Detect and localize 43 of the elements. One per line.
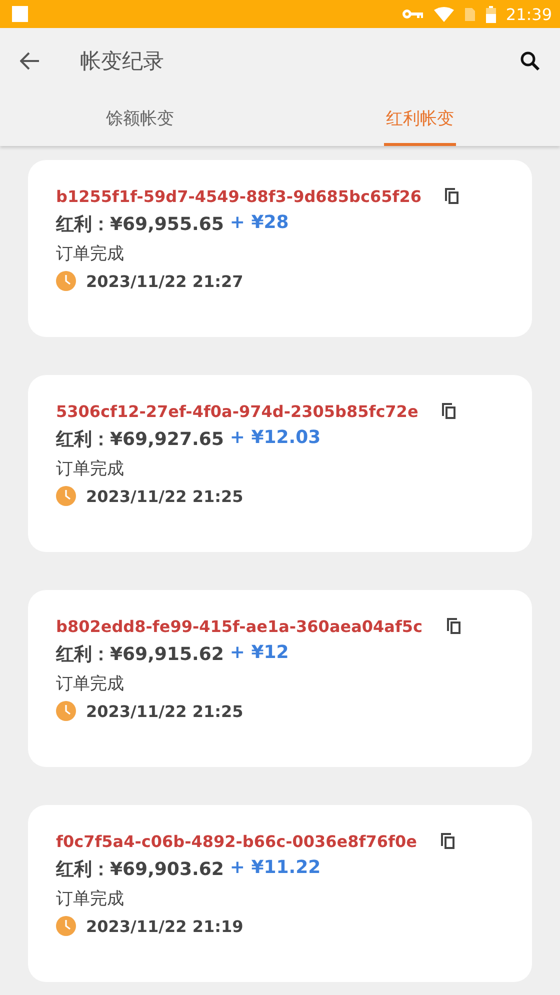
- copy-icon: [440, 833, 455, 849]
- tab[interactable]: 红利帐变: [384, 94, 456, 146]
- copy-button[interactable]: [438, 831, 457, 851]
- status-text: 订单完成: [56, 888, 125, 910]
- search-icon: [520, 51, 540, 71]
- clock-icon: [56, 271, 76, 291]
- copy-button[interactable]: [440, 401, 458, 421]
- order-id: 5306cf12-27ef-4f0a-974d-2305b85fc72e: [56, 402, 418, 420]
- timestamp: 2023/11/22 21:19: [86, 916, 244, 936]
- copy-icon: [445, 188, 460, 204]
- copy-button[interactable]: [444, 616, 463, 636]
- key-icon: [402, 8, 424, 20]
- order-id: f0c7f5a4-c06b-4892-b66c-0036e8f76f0e: [56, 832, 417, 850]
- balance-text: 红利：¥69,927.65: [56, 428, 224, 451]
- copy-button[interactable]: [443, 186, 462, 206]
- wifi-icon: [434, 6, 454, 22]
- change-amount: + ¥28: [230, 212, 289, 235]
- copy-icon: [442, 403, 456, 419]
- battery-icon: [486, 6, 496, 22]
- status-text: 订单完成: [56, 673, 125, 695]
- status-text: 订单完成: [56, 458, 125, 480]
- tab[interactable]: 馀额帐变: [104, 94, 176, 146]
- order-id: b802edd8-fe99-415f-ae1a-360aea04af5c: [56, 616, 423, 636]
- order-id: b1255f1f-59d7-4549-88f3-9d685bc65f26: [56, 186, 422, 206]
- timestamp: 2023/11/22 21:25: [86, 486, 244, 506]
- no-sim-icon: [464, 6, 476, 22]
- copy-icon: [446, 618, 461, 634]
- balance-text: 红利：¥69,955.65: [56, 213, 224, 236]
- status-text: 订单完成: [56, 243, 125, 265]
- balance-text: 红利：¥69,915.62: [56, 643, 224, 666]
- change-amount: + ¥12.03: [230, 427, 321, 450]
- timestamp: 2023/11/22 21:27: [86, 272, 244, 290]
- clock-icon: [56, 701, 76, 721]
- page-title: 帐变纪录: [80, 48, 164, 75]
- timestamp: 2023/11/22 21:25: [86, 702, 244, 720]
- back-arrow-icon: [20, 52, 40, 70]
- change-amount: + ¥11.22: [230, 857, 321, 880]
- balance-text: 红利：¥69,903.62: [56, 858, 224, 881]
- clock-icon: [56, 916, 76, 936]
- clock-icon: [56, 486, 76, 506]
- change-amount: + ¥12: [230, 642, 289, 665]
- clock-time: 21:39: [506, 4, 552, 24]
- notification-icon: [12, 6, 28, 22]
